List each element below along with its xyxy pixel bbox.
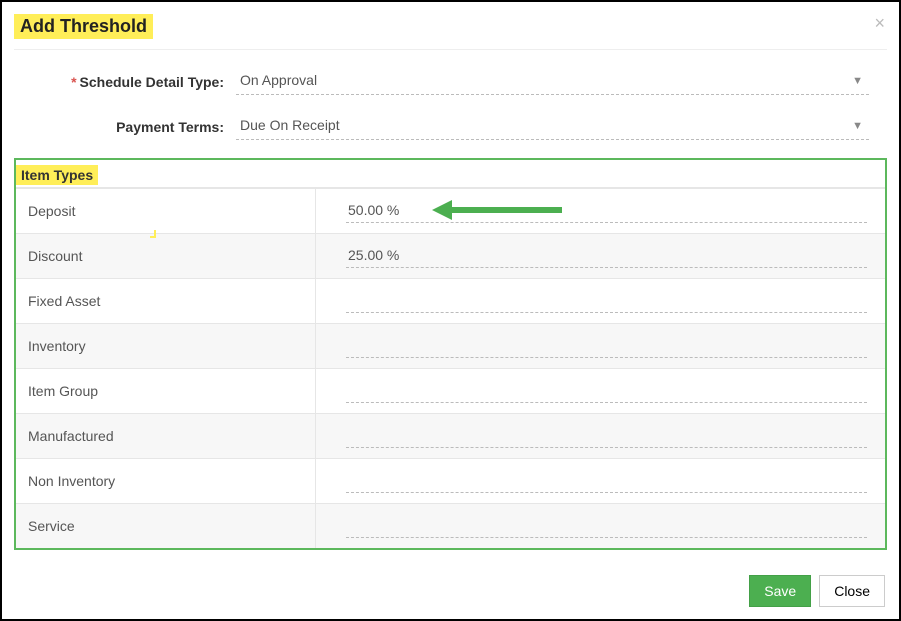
payment-terms-label: Payment Terms: xyxy=(32,119,236,135)
schedule-detail-type-select[interactable]: On Approval xyxy=(236,68,869,95)
add-threshold-modal: Add Threshold × *Schedule Detail Type: O… xyxy=(0,0,901,621)
label-text: Payment Terms: xyxy=(116,119,224,135)
save-button[interactable]: Save xyxy=(749,575,811,607)
item-type-row: Manufactured xyxy=(16,413,885,458)
item-type-value-cell xyxy=(316,414,885,458)
item-type-label: Fixed Asset xyxy=(16,279,316,323)
item-type-value-cell xyxy=(316,279,885,323)
close-icon[interactable]: × xyxy=(874,14,887,32)
payment-terms-row: Payment Terms: Due On Receipt ▼ xyxy=(32,113,869,140)
item-type-percent-input[interactable] xyxy=(346,379,867,403)
item-type-label: Non Inventory xyxy=(16,459,316,503)
item-type-value-cell xyxy=(316,504,885,548)
schedule-detail-type-label: *Schedule Detail Type: xyxy=(32,74,236,90)
item-type-percent-input[interactable] xyxy=(346,424,867,448)
item-types-section: Item Types DepositDiscountFixed AssetInv… xyxy=(14,158,887,550)
item-type-row: Discount xyxy=(16,233,885,278)
item-type-label: Inventory xyxy=(16,324,316,368)
item-type-label: Deposit xyxy=(16,189,316,233)
annotation-tick xyxy=(150,230,156,238)
item-type-label: Discount xyxy=(16,234,316,278)
modal-footer: Save Close xyxy=(749,575,885,607)
item-type-percent-input[interactable] xyxy=(346,244,867,268)
item-types-grid: DepositDiscountFixed AssetInventoryItem … xyxy=(16,188,885,548)
item-type-value-cell xyxy=(316,369,885,413)
item-type-row: Item Group xyxy=(16,368,885,413)
schedule-detail-type-row: *Schedule Detail Type: On Approval ▼ xyxy=(32,68,869,95)
item-type-percent-input[interactable] xyxy=(346,514,867,538)
item-type-label: Service xyxy=(16,504,316,548)
item-type-value-cell xyxy=(316,324,885,368)
required-marker: * xyxy=(71,74,76,90)
item-type-row: Inventory xyxy=(16,323,885,368)
item-type-percent-input[interactable] xyxy=(346,334,867,358)
item-type-row: Deposit xyxy=(16,188,885,233)
item-type-row: Service xyxy=(16,503,885,548)
modal-header: Add Threshold × xyxy=(14,14,887,39)
item-type-value-cell xyxy=(316,459,885,503)
item-type-row: Non Inventory xyxy=(16,458,885,503)
item-type-percent-input[interactable] xyxy=(346,289,867,313)
item-type-label: Manufactured xyxy=(16,414,316,458)
close-button[interactable]: Close xyxy=(819,575,885,607)
item-type-row: Fixed Asset xyxy=(16,278,885,323)
label-text: Schedule Detail Type: xyxy=(80,74,224,90)
item-type-value-cell xyxy=(316,189,885,233)
modal-title: Add Threshold xyxy=(14,14,153,39)
header-divider xyxy=(14,49,887,50)
item-types-header-row: Item Types xyxy=(16,160,885,188)
item-type-percent-input[interactable] xyxy=(346,469,867,493)
form-area: *Schedule Detail Type: On Approval ▼ Pay… xyxy=(14,68,887,140)
item-type-value-cell xyxy=(316,234,885,278)
item-type-percent-input[interactable] xyxy=(346,199,867,223)
payment-terms-select[interactable]: Due On Receipt xyxy=(236,113,869,140)
item-types-header: Item Types xyxy=(16,165,98,185)
item-type-label: Item Group xyxy=(16,369,316,413)
